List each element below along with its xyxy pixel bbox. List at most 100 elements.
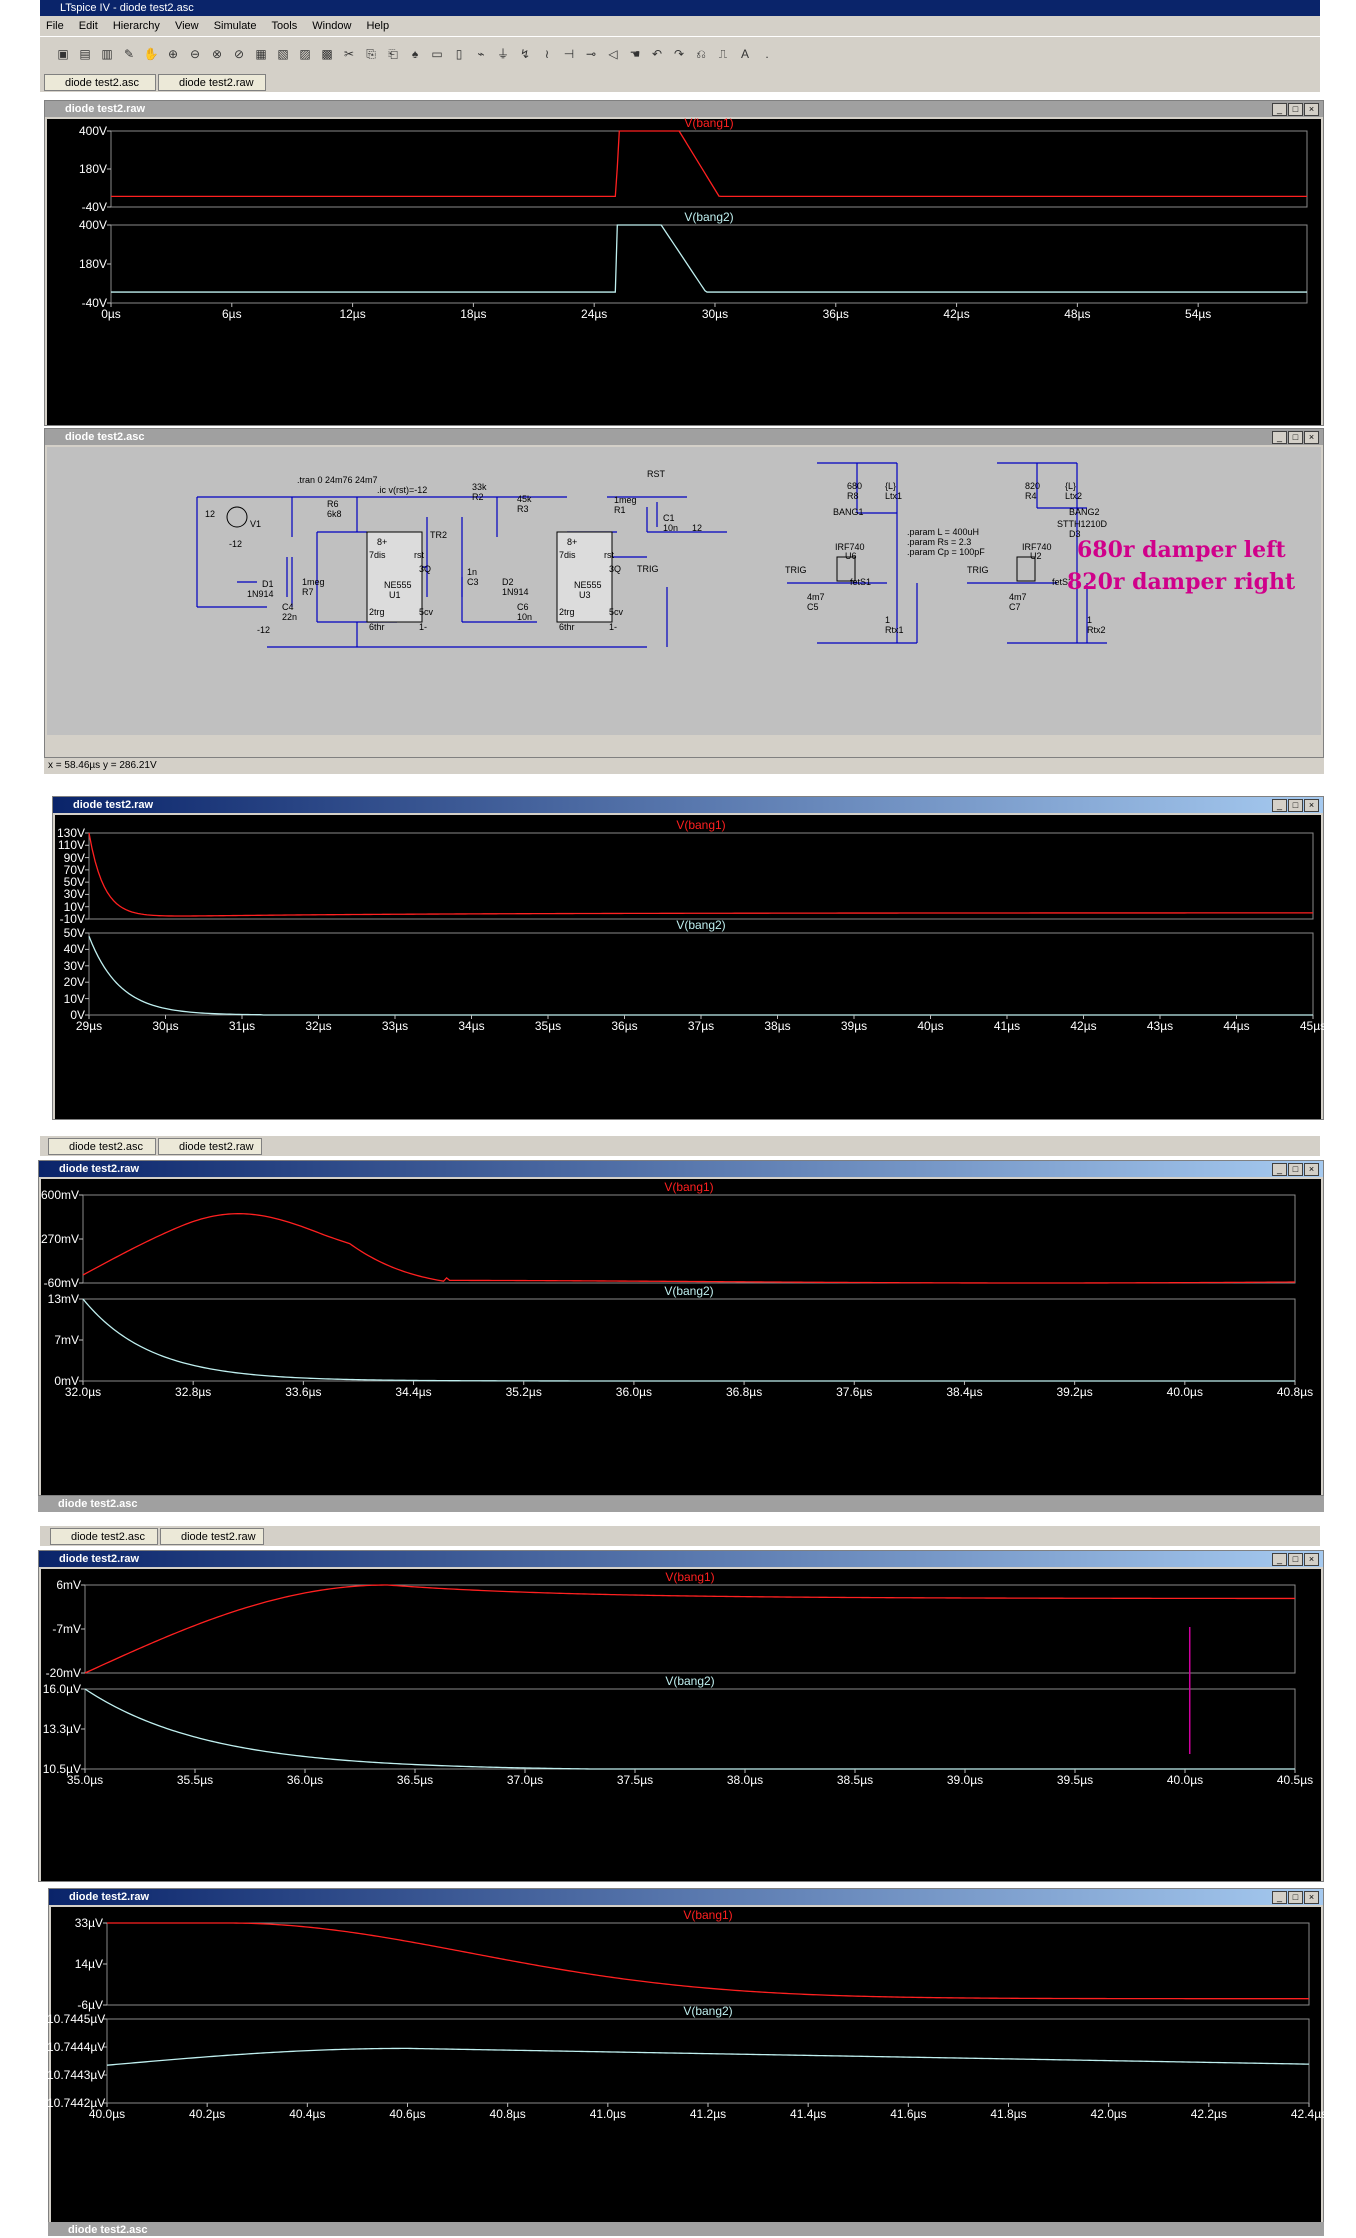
schematic-label[interactable]: 10n	[517, 612, 532, 622]
schematic-label[interactable]: 680	[847, 481, 862, 491]
schematic-label[interactable]: C6	[517, 602, 529, 612]
tab-schematic[interactable]: diode test2.asc	[50, 1528, 158, 1545]
minimized-window-schematic[interactable]: diode test2.asc	[48, 2222, 1324, 2236]
schematic-label[interactable]: D1	[262, 579, 274, 589]
maximize-button[interactable]: □	[1288, 1163, 1303, 1176]
schematic-label[interactable]: NE555	[574, 580, 602, 590]
cut-icon[interactable]: ✂	[340, 45, 358, 63]
schematic-label[interactable]: 4m7	[807, 592, 825, 602]
tab-schematic[interactable]: diode test2.asc	[48, 1138, 156, 1155]
trace-name-bang2[interactable]: V(bang2)	[683, 2004, 732, 2018]
schematic-label[interactable]: U3	[579, 590, 591, 600]
copy-icon[interactable]: ⎘	[362, 45, 380, 63]
print-setup-icon[interactable]: ▯	[450, 45, 468, 63]
schematic-label[interactable]: 7dis	[559, 550, 576, 560]
print-icon[interactable]: ▭	[428, 45, 446, 63]
tab-schematic[interactable]: diode test2.asc	[44, 74, 156, 91]
trace-name-bang1[interactable]: V(bang1)	[676, 818, 725, 832]
waveform-window-1[interactable]: diode test2.raw _ □ × V(bang1) 400V 180V -40V…	[44, 100, 1324, 426]
schematic-label[interactable]: NE555	[384, 580, 412, 590]
schematic-label[interactable]: 2trg	[369, 607, 385, 617]
trace-name-bang1[interactable]: V(bang1)	[665, 1570, 714, 1584]
resistor-icon[interactable]: ≀	[538, 45, 556, 63]
schematic-label[interactable]: -12	[257, 625, 270, 635]
open-icon[interactable]: ▤	[76, 45, 94, 63]
schematic-window[interactable]: diode test2.asc _ □ × 12 V1 -12 R6 6k8 D1 1N914 1…	[44, 428, 1324, 758]
zoom-out-icon[interactable]: ⊖	[186, 45, 204, 63]
trace-name-bang1[interactable]: V(bang1)	[683, 1908, 732, 1922]
schematic-label[interactable]: U2	[1030, 551, 1042, 561]
minimize-button[interactable]: _	[1272, 1553, 1287, 1566]
menu-edit[interactable]: Edit	[79, 20, 98, 32]
schematic-label[interactable]: Ltx2	[1065, 491, 1082, 501]
tab-waveform[interactable]: diode test2.raw	[158, 1138, 262, 1155]
schematic-label[interactable]: Rtx2	[1087, 625, 1106, 635]
schematic-label[interactable]: R6	[327, 499, 339, 509]
spice-directive-icon[interactable]: .	[758, 45, 776, 63]
close-button[interactable]: ×	[1304, 1891, 1319, 1904]
schematic-label[interactable]: -12	[229, 539, 242, 549]
maximize-button[interactable]: □	[1288, 1891, 1303, 1904]
undo-icon[interactable]: ↶	[648, 45, 666, 63]
close-button[interactable]: ×	[1304, 431, 1319, 444]
schematic-label[interactable]: U1	[389, 590, 401, 600]
trace-name-bang2[interactable]: V(bang2)	[676, 918, 725, 932]
mirror-icon[interactable]: ⎍	[714, 45, 732, 63]
schematic-label[interactable]: 3Q	[419, 564, 431, 574]
annotation-note[interactable]: 820r damper right	[1067, 569, 1295, 595]
schematic-label[interactable]: 6thr	[559, 622, 575, 632]
schematic-label[interactable]: rst	[414, 550, 424, 560]
plot-area[interactable]: V(bang1) 33µV 14µV -6µV V(bang2) 10.7445µV 10.…	[47, 1907, 1327, 2223]
schematic-label[interactable]: D2	[502, 577, 514, 587]
schematic-label[interactable]: 5cv	[419, 607, 433, 617]
schematic-label[interactable]: 2trg	[559, 607, 575, 617]
close-button[interactable]: ×	[1304, 1553, 1319, 1566]
schematic-label[interactable]: 33k	[472, 482, 487, 492]
minimize-button[interactable]: _	[1272, 1163, 1287, 1176]
wire-icon[interactable]: ⌁	[472, 45, 490, 63]
schematic-label[interactable]: TRIG	[637, 564, 659, 574]
minimized-window-schematic[interactable]: diode test2.asc	[38, 1496, 1324, 1512]
save-icon[interactable]: ▥	[98, 45, 116, 63]
schematic-label[interactable]: RST	[647, 469, 665, 479]
schematic-label[interactable]: R8	[847, 491, 859, 501]
schematic-label[interactable]: R3	[517, 504, 529, 514]
plot-area[interactable]: V(bang1) 6mV -7mV -20mV V(bang2) 16.0µV 13.3µV…	[41, 1569, 1321, 1881]
grid-icon[interactable]: ▧	[274, 45, 292, 63]
autorange-icon[interactable]: ▦	[252, 45, 270, 63]
schematic-label[interactable]: C4	[282, 602, 294, 612]
schematic-label[interactable]: C1	[663, 513, 675, 523]
trace-name-bang2[interactable]: V(bang2)	[684, 210, 733, 224]
zoom-in-icon[interactable]: ⊕	[164, 45, 182, 63]
maximize-button[interactable]: □	[1288, 103, 1303, 116]
waveform-window-2[interactable]: diode test2.raw _ □ × V(bang1) 130V 110V 90V 7…	[52, 796, 1326, 1120]
schematic-label[interactable]: 3Q	[609, 564, 621, 574]
minimize-button[interactable]: _	[1272, 431, 1287, 444]
plot-area[interactable]: V(bang1) 600mV 270mV -60mV V(bang2) 13mV 7mV 0m…	[41, 1179, 1321, 1495]
menu-window[interactable]: Window	[312, 20, 351, 32]
trace-name-bang1[interactable]: V(bang1)	[664, 1180, 713, 1194]
schematic-label[interactable]: R2	[472, 492, 484, 502]
setup-icon[interactable]: ✎	[120, 45, 138, 63]
find-icon[interactable]: ♠	[406, 45, 424, 63]
waveform-window-3[interactable]: diode test2.raw _ □ × V(bang1) 600mV 270mV -6…	[38, 1160, 1324, 1496]
schematic-label[interactable]: 7dis	[369, 550, 386, 560]
schematic-label[interactable]: 1N914	[502, 587, 529, 597]
label-icon[interactable]: ↯	[516, 45, 534, 63]
schematic-label[interactable]: TRIG	[967, 565, 989, 575]
schematic-label[interactable]: V1	[250, 519, 261, 529]
menu-simulate[interactable]: Simulate	[214, 20, 257, 32]
schematic-label[interactable]: 820	[1025, 481, 1040, 491]
rotate-icon[interactable]: ⎌	[692, 45, 710, 63]
waveform-window-5[interactable]: diode test2.raw _ □ × V(bang1) 33µV 14µV -6µV…	[47, 1888, 1327, 2224]
plot-area[interactable]: V(bang1) 400V 180V -40V V(bang2) 400V 180V -40V…	[47, 116, 1321, 425]
redo-icon[interactable]: ↷	[670, 45, 688, 63]
zoom-cancel-icon[interactable]: ⊘	[230, 45, 248, 63]
trace-name-bang2[interactable]: V(bang2)	[665, 1674, 714, 1688]
schematic-label[interactable]: 5cv	[609, 607, 623, 617]
schematic-label[interactable]: {L}	[1065, 481, 1076, 491]
schematic-label[interactable]: 1-	[609, 622, 617, 632]
schematic-label[interactable]: 12	[692, 523, 702, 533]
minimize-button[interactable]: _	[1272, 799, 1287, 812]
schematic-label[interactable]: {L}	[885, 481, 896, 491]
